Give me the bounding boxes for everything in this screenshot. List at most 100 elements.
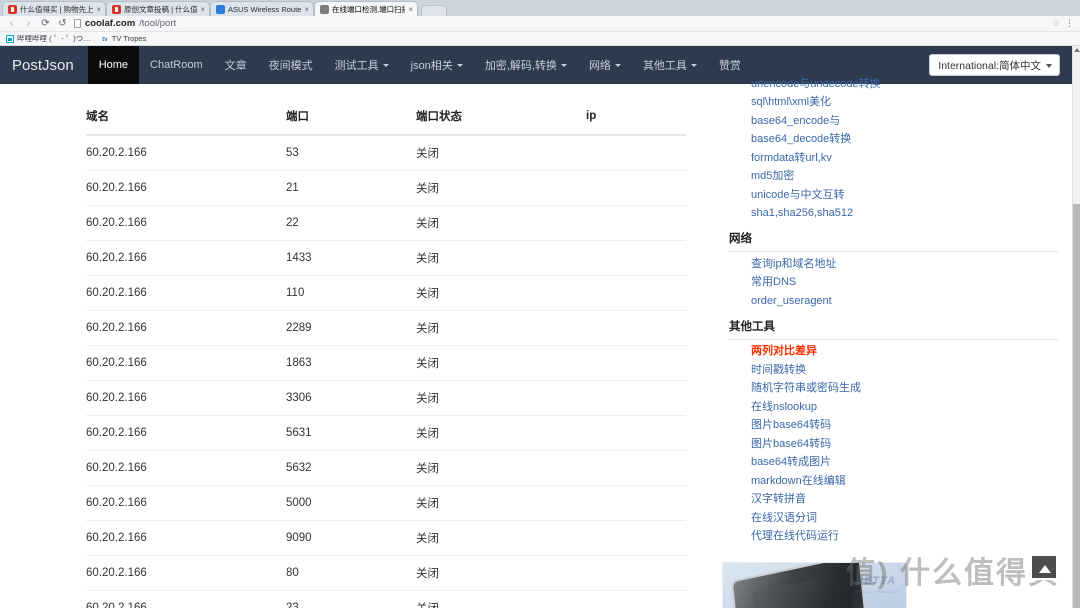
bookmark-star-icon[interactable]: ☆ — [1052, 18, 1060, 29]
page-info-icon[interactable] — [74, 19, 81, 28]
nav-item-label: Home — [98, 59, 129, 71]
bookmark-bilibili[interactable]: 哔哩哔哩 ( ゜- ゜)つ… — [6, 33, 91, 44]
back-icon[interactable]: ‹ — [6, 18, 17, 29]
smzdm-icon — [8, 4, 17, 14]
cell-port-state: 关闭 — [416, 555, 586, 591]
table-row: 60.20.2.166 1863 关闭 — [86, 345, 686, 381]
browser-tab-2[interactable]: 原创文章投稿 | 什么值得… × — [106, 1, 210, 16]
bookmark-tvtropes[interactable]: tv TV Tropes — [100, 34, 147, 43]
cell-port-state: 关闭 — [416, 310, 586, 346]
table-row: 60.20.2.166 5631 关闭 — [86, 415, 686, 451]
nav-item-home[interactable]: Home — [87, 46, 140, 84]
sidebar-link-formdata[interactable]: formdata转url,kv — [751, 149, 1058, 168]
sidebar-link-image-base64-a[interactable]: 图片base64转码 — [751, 417, 1058, 436]
nav-item-label: 加密,解码,转换 — [484, 60, 557, 72]
cell-port: 21 — [286, 170, 416, 206]
browser-tab-1[interactable]: 什么值得买 | 购物先上值… × — [2, 1, 106, 16]
browser-tab-3[interactable]: ASUS Wireless Router R… × — [210, 1, 314, 16]
cell-ip — [586, 520, 686, 556]
main-column: 域名 端口 端口状态 ip 60.20.2.166 53 关闭 60.20.2.166… — [0, 84, 715, 608]
cell-domain: 60.20.2.166 — [86, 240, 286, 276]
close-icon[interactable]: × — [304, 5, 309, 14]
sidebar-link-unicode[interactable]: unicode与中文互转 — [751, 186, 1058, 205]
browser-menu-icon[interactable]: ⋮ — [1065, 18, 1074, 29]
sidebar-link-nslookup[interactable]: 在线nslookup — [751, 398, 1058, 417]
table-row: 60.20.2.166 21 关闭 — [86, 170, 686, 206]
nav-item-label: 赞赏 — [718, 60, 741, 72]
watermark-badge-icon — [1030, 554, 1058, 580]
cell-port: 9090 — [286, 520, 416, 556]
nav-item-other-tools[interactable]: 其他工具 — [632, 46, 708, 84]
sidebar-link-base64-encode[interactable]: base64_encode与 — [751, 112, 1058, 131]
column-header-port: 端口 — [286, 100, 416, 136]
sidebar-link-chinese-segmentation[interactable]: 在线汉语分词 — [751, 509, 1058, 528]
sidebar-link-common-dns[interactable]: 常用DNS — [751, 274, 1058, 293]
tab-title: 原创文章投稿 | 什么值得… — [124, 4, 198, 14]
sidebar-link-diff-two-columns[interactable]: 两列对比差异 — [751, 343, 1058, 362]
reload-icon[interactable]: ⟳ — [40, 18, 51, 29]
table-row: 60.20.2.16623关闭 — [86, 590, 686, 608]
browser-toolbar: ‹ › ⟳ ↺ coolaf.com/tool/port ☆ ⋮ — [0, 16, 1080, 32]
nav-item-night-mode[interactable]: 夜间模式 — [258, 46, 324, 84]
promo-image[interactable]: JETTA DIGITAL PRODUCT — [722, 562, 907, 608]
nav-item-chatroom[interactable]: ChatRoom — [139, 46, 214, 84]
sidebar-link-sha[interactable]: sha1,sha256,sha512 — [751, 205, 1058, 224]
table-row: 60.20.2.166 9090 关闭 — [86, 520, 686, 556]
cell-ip — [586, 170, 686, 206]
nav-item-label: ChatRoom — [150, 59, 203, 71]
sidebar-link-markdown-editor[interactable]: markdown在线编辑 — [751, 472, 1058, 491]
bookmark-label: TV Tropes — [111, 34, 147, 43]
sidebar-link-urlencode[interactable]: urlencode与urldecode转换 — [751, 75, 1058, 94]
sidebar-link-image-base64-b[interactable]: 图片base64转码 — [751, 435, 1058, 454]
forward-icon[interactable]: › — [23, 18, 34, 29]
nav-item-articles[interactable]: 文章 — [214, 46, 258, 84]
language-select[interactable]: International:简体中文 — [929, 54, 1060, 76]
close-icon[interactable]: × — [408, 5, 413, 14]
sidebar-link-hanzi-pinyin[interactable]: 汉字转拼音 — [751, 491, 1058, 510]
address-bar[interactable]: coolaf.com/tool/port — [74, 18, 1046, 29]
sidebar-link-base64-to-image[interactable]: base64转成图片 — [751, 454, 1058, 473]
device-screen — [752, 572, 857, 608]
sidebar-link-base64-decode[interactable]: base64_decode转换 — [751, 131, 1058, 150]
device-photo — [732, 563, 870, 608]
cell-domain: 60.20.2.166 — [86, 205, 286, 241]
nav-item-json[interactable]: json相关 — [400, 46, 474, 84]
table-row: 60.20.2.166 3306 关闭 — [86, 380, 686, 416]
nav-item-encrypt-decode[interactable]: 加密,解码,转换 — [474, 46, 578, 84]
cell-domain: 60.20.2.166 — [86, 345, 286, 381]
sidebar-link-order-useragent[interactable]: order_useragent — [751, 292, 1058, 311]
browser-tab-4-active[interactable]: 在线端口检测,端口扫描,… × — [314, 1, 418, 16]
chevron-down-icon — [690, 63, 697, 67]
cell-domain: 60.20.2.166 — [86, 147, 147, 159]
nav-item-network[interactable]: 网络 — [578, 46, 632, 84]
close-icon[interactable]: × — [200, 5, 205, 14]
sidebar-heading-other-tools: 其他工具 — [729, 311, 1058, 340]
home-icon[interactable]: ↺ — [57, 18, 68, 29]
cell-port: 2289 — [286, 310, 416, 346]
site-nav-items: Home ChatRoom 文章 夜间模式 测试工具 json相关 加密,解码,… — [87, 46, 752, 84]
column-header-domain: 域名 — [86, 100, 286, 136]
cell-port-state: 关闭 — [416, 170, 586, 206]
close-icon[interactable]: × — [96, 5, 101, 14]
scroll-up-icon[interactable] — [1073, 48, 1080, 52]
nav-item-test-tools[interactable]: 测试工具 — [324, 46, 400, 84]
sidebar-link-ip-domain-lookup[interactable]: 查询ip和域名地址 — [751, 255, 1058, 274]
sidebar-link-sql-html-xml[interactable]: sql\html\xml美化 — [751, 94, 1058, 113]
new-tab-button[interactable] — [421, 5, 447, 16]
cell-domain: 60.20.2.166 — [86, 450, 286, 486]
nav-item-label: 夜间模式 — [268, 60, 313, 72]
sidebar-link-md5[interactable]: md5加密 — [751, 168, 1058, 187]
scrollbar-thumb[interactable] — [1073, 204, 1080, 608]
table-row: 60.20.2.166 53 关闭 — [86, 135, 686, 171]
cell-ip — [586, 485, 686, 521]
sidebar-link-random-string[interactable]: 随机字符串或密码生成 — [751, 380, 1058, 399]
table-header-row: 域名 端口 端口状态 ip — [86, 100, 686, 136]
sidebar-link-proxy-code-runner[interactable]: 代理在线代码运行 — [751, 528, 1058, 547]
site-brand[interactable]: PostJson — [0, 46, 88, 84]
port-scan-table: 域名 端口 端口状态 ip 60.20.2.166 53 关闭 60.20.2.166… — [86, 100, 686, 608]
cell-port-state: 关闭 — [416, 205, 586, 241]
cell-ip — [586, 555, 686, 591]
chevron-down-icon — [614, 63, 621, 67]
page-scrollbar[interactable] — [1072, 46, 1080, 608]
sidebar-link-timestamp[interactable]: 时间戳转换 — [751, 361, 1058, 380]
